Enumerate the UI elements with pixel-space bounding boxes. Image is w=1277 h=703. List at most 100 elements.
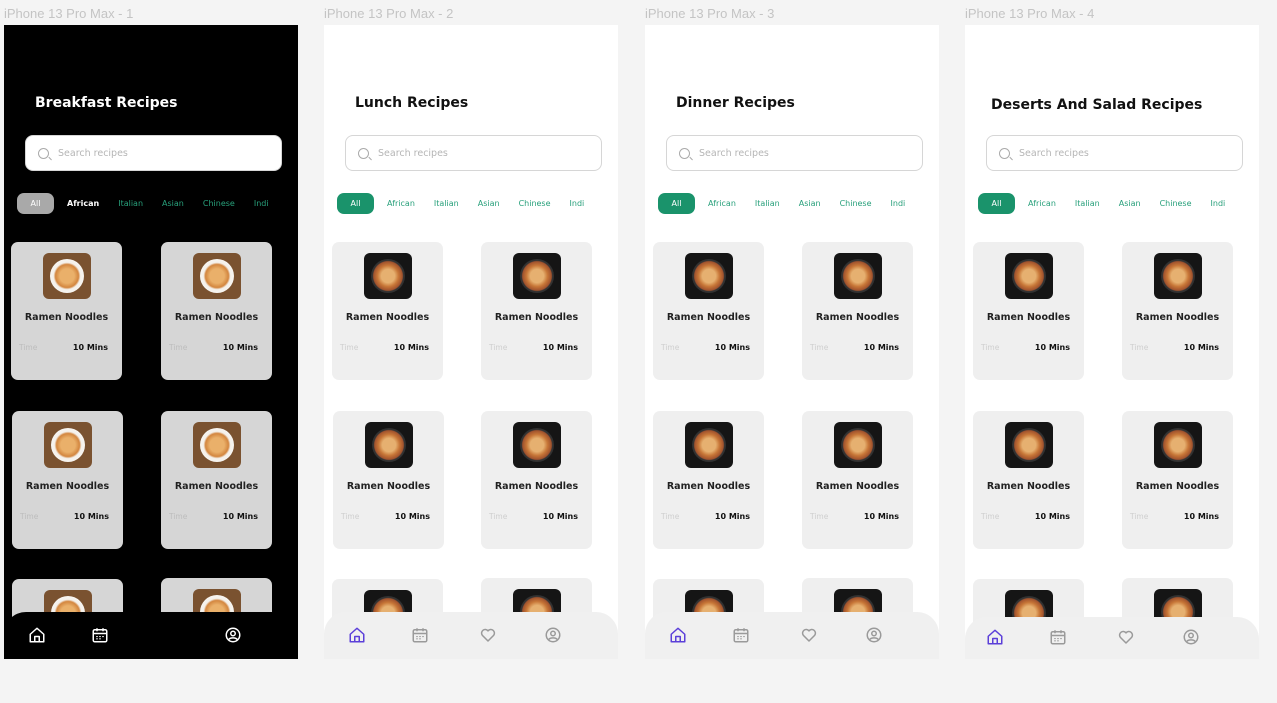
profile-icon[interactable] (1182, 628, 1200, 646)
time-value: 10 Mins (542, 512, 578, 521)
heart-icon[interactable] (1117, 628, 1135, 646)
category-chips: All African Italian Asian Chinese Indi (978, 193, 1244, 214)
recipe-card[interactable]: Ramen Noodles Time 10 Mins (333, 411, 444, 549)
search-bar[interactable] (25, 135, 282, 171)
chip-chinese[interactable]: Chinese (519, 193, 551, 214)
time-label: Time (19, 343, 38, 352)
recipe-image (512, 422, 561, 468)
recipe-card[interactable]: Ramen Noodles Time 10 Mins (11, 242, 122, 380)
recipe-image (512, 253, 561, 299)
chip-indian[interactable]: Indi (891, 193, 906, 214)
time-value: 10 Mins (542, 343, 578, 352)
time-label: Time (810, 343, 829, 352)
recipe-image (192, 253, 241, 299)
recipe-card[interactable]: Ramen Noodles Time 10 Mins (802, 411, 913, 549)
home-icon[interactable] (669, 626, 687, 644)
search-input[interactable] (699, 147, 899, 159)
chip-italian[interactable]: Italian (1075, 193, 1100, 214)
chip-african[interactable]: African (67, 193, 99, 214)
recipe-image (363, 253, 412, 299)
time-value: 10 Mins (222, 512, 258, 521)
search-icon (358, 147, 369, 159)
chip-chinese[interactable]: Chinese (203, 193, 235, 214)
chip-asian[interactable]: Asian (478, 193, 500, 214)
recipe-card[interactable]: Ramen Noodles Time 10 Mins (332, 242, 443, 380)
frame-label-3: iPhone 13 Pro Max - 3 (645, 6, 775, 21)
home-icon[interactable] (28, 626, 46, 644)
search-input[interactable] (378, 147, 578, 159)
time-value: 10 Mins (394, 512, 430, 521)
recipe-card[interactable]: Ramen Noodles Time 10 Mins (161, 411, 272, 549)
chip-asian[interactable]: Asian (1119, 193, 1141, 214)
recipe-name: Ramen Noodles (986, 481, 1071, 492)
calendar-icon[interactable] (411, 626, 429, 644)
search-bar[interactable] (666, 135, 923, 171)
recipe-card[interactable]: Ramen Noodles Time 10 Mins (973, 411, 1084, 549)
recipe-card[interactable]: Ramen Noodles Time 10 Mins (161, 242, 272, 380)
profile-icon[interactable] (544, 626, 562, 644)
chip-asian[interactable]: Asian (799, 193, 821, 214)
recipe-name: Ramen Noodles (174, 312, 259, 323)
chip-italian[interactable]: Italian (118, 193, 143, 214)
bottom-nav (965, 617, 1259, 659)
time-label: Time (20, 512, 39, 521)
recipe-image (833, 253, 882, 299)
chip-all[interactable]: All (978, 193, 1015, 214)
chip-italian[interactable]: Italian (434, 193, 459, 214)
time-value: 10 Mins (1183, 512, 1219, 521)
chip-indian[interactable]: Indi (254, 193, 269, 214)
search-icon (999, 147, 1010, 159)
recipe-card[interactable]: Ramen Noodles Time 10 Mins (802, 242, 913, 380)
time-value: 10 Mins (714, 343, 750, 352)
chip-indian[interactable]: Indi (1211, 193, 1226, 214)
profile-icon[interactable] (224, 626, 242, 644)
time-value: 10 Mins (222, 343, 258, 352)
chip-all[interactable]: All (17, 193, 54, 214)
chip-african[interactable]: African (387, 193, 415, 214)
chip-african[interactable]: African (1028, 193, 1056, 214)
recipe-image (1153, 422, 1202, 468)
recipe-card[interactable]: Ramen Noodles Time 10 Mins (653, 411, 764, 549)
recipe-card[interactable]: Ramen Noodles Time 10 Mins (973, 242, 1084, 380)
search-bar[interactable] (345, 135, 602, 171)
heart-icon[interactable] (800, 626, 818, 644)
time-value: 10 Mins (1034, 512, 1070, 521)
recipe-card[interactable]: Ramen Noodles Time 10 Mins (653, 242, 764, 380)
chip-chinese[interactable]: Chinese (1160, 193, 1192, 214)
chip-indian[interactable]: Indi (570, 193, 585, 214)
recipe-name: Ramen Noodles (1135, 312, 1220, 323)
chip-african[interactable]: African (708, 193, 736, 214)
search-input[interactable] (1019, 147, 1219, 159)
chip-all[interactable]: All (337, 193, 374, 214)
chip-italian[interactable]: Italian (755, 193, 780, 214)
time-label: Time (981, 343, 1000, 352)
home-icon[interactable] (986, 628, 1004, 646)
recipe-card[interactable]: Ramen Noodles Time 10 Mins (12, 411, 123, 549)
profile-icon[interactable] (865, 626, 883, 644)
heart-icon[interactable] (479, 626, 497, 644)
recipe-card[interactable]: Ramen Noodles Time 10 Mins (1122, 411, 1233, 549)
search-bar[interactable] (986, 135, 1243, 171)
search-input[interactable] (58, 147, 258, 159)
bottom-nav (4, 612, 298, 659)
recipe-card[interactable]: Ramen Noodles Time 10 Mins (481, 411, 592, 549)
calendar-icon[interactable] (91, 626, 109, 644)
recipe-image (192, 422, 241, 468)
home-icon[interactable] (348, 626, 366, 644)
time-label: Time (169, 343, 188, 352)
chip-all[interactable]: All (658, 193, 695, 214)
recipe-image (42, 253, 91, 299)
chip-asian[interactable]: Asian (162, 193, 184, 214)
calendar-icon[interactable] (732, 626, 750, 644)
recipe-name: Ramen Noodles (666, 481, 751, 492)
page-title: Lunch Recipes (355, 95, 469, 111)
recipe-card[interactable]: Ramen Noodles Time 10 Mins (481, 242, 592, 380)
bottom-nav (645, 612, 939, 659)
time-label: Time (169, 512, 188, 521)
recipe-image (1153, 253, 1202, 299)
calendar-icon[interactable] (1049, 628, 1067, 646)
chip-chinese[interactable]: Chinese (840, 193, 872, 214)
page-title: Dinner Recipes (676, 95, 795, 111)
recipe-card[interactable]: Ramen Noodles Time 10 Mins (1122, 242, 1233, 380)
time-label: Time (341, 512, 360, 521)
